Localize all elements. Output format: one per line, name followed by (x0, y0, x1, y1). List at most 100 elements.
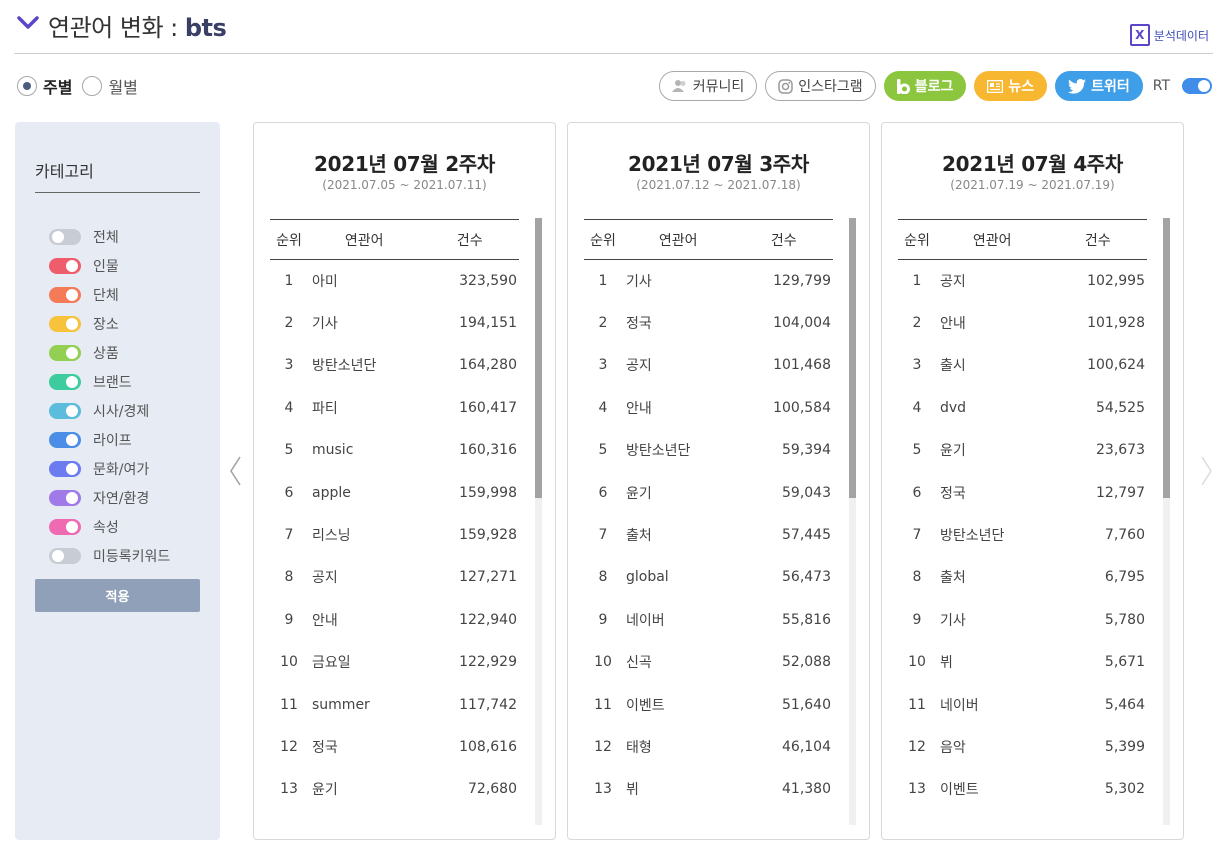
rt-toggle[interactable] (1182, 78, 1212, 94)
category-toggle[interactable] (49, 431, 81, 448)
scrollbar[interactable] (535, 218, 542, 825)
prev-arrow-icon[interactable] (228, 454, 242, 488)
keyword-cell[interactable]: 공지 (936, 260, 1048, 302)
table-row[interactable]: 13 윤기 72,680 (270, 768, 519, 810)
table-row[interactable]: 5 방탄소년단 59,394 (584, 429, 833, 471)
category-item[interactable]: 단체 (49, 280, 170, 309)
keyword-cell[interactable]: 네이버 (936, 683, 1048, 725)
table-row[interactable]: 13 뷔 41,380 (584, 768, 833, 810)
table-row[interactable]: 9 기사 5,780 (898, 599, 1147, 641)
keyword-cell[interactable]: 이벤트 (936, 768, 1048, 810)
keyword-cell[interactable]: 안내 (622, 387, 734, 429)
category-toggle[interactable] (49, 228, 81, 245)
category-item[interactable]: 문화/여가 (49, 454, 170, 483)
keyword-cell[interactable]: 기사 (936, 599, 1048, 641)
keyword-cell[interactable]: global (622, 556, 734, 598)
table-row[interactable]: 1 공지 102,995 (898, 260, 1147, 302)
category-toggle[interactable] (49, 315, 81, 332)
category-item[interactable]: 인물 (49, 251, 170, 280)
next-arrow-icon[interactable] (1200, 454, 1214, 488)
table-row[interactable]: 8 출처 6,795 (898, 556, 1147, 598)
table-row[interactable]: 3 방탄소년단 164,280 (270, 344, 519, 386)
table-row[interactable]: 8 global 56,473 (584, 556, 833, 598)
table-row[interactable]: 1 기사 129,799 (584, 260, 833, 302)
instagram-button[interactable]: 인스타그램 (765, 71, 876, 101)
table-row[interactable]: 12 태형 46,104 (584, 726, 833, 768)
category-toggle[interactable] (49, 547, 81, 564)
keyword-cell[interactable]: 공지 (622, 344, 734, 386)
category-item[interactable]: 라이프 (49, 425, 170, 454)
community-button[interactable]: 커뮤니티 (658, 71, 758, 101)
table-row[interactable]: 2 정국 104,004 (584, 302, 833, 344)
table-row[interactable]: 8 공지 127,271 (270, 556, 519, 598)
chevron-down-icon[interactable] (16, 14, 40, 32)
category-item[interactable]: 상품 (49, 338, 170, 367)
keyword-cell[interactable]: 정국 (308, 726, 420, 768)
table-row[interactable]: 5 윤기 23,673 (898, 429, 1147, 471)
keyword-cell[interactable]: 기사 (622, 260, 734, 302)
category-toggle[interactable] (49, 286, 81, 303)
keyword-cell[interactable]: 방탄소년단 (622, 429, 734, 471)
category-item[interactable]: 장소 (49, 309, 170, 338)
keyword-cell[interactable]: 리스닝 (308, 514, 420, 556)
news-button[interactable]: 뉴스 (974, 71, 1048, 101)
table-row[interactable]: 13 이벤트 5,302 (898, 768, 1147, 810)
keyword-cell[interactable]: music (308, 429, 420, 471)
blog-button[interactable]: 블로그 (883, 71, 967, 101)
keyword-cell[interactable]: summer (308, 683, 420, 725)
scrollbar-thumb[interactable] (849, 218, 856, 498)
category-toggle[interactable] (49, 402, 81, 419)
scrollbar-thumb[interactable] (535, 218, 542, 498)
keyword-cell[interactable]: 금요일 (308, 641, 420, 683)
table-row[interactable]: 7 출처 57,445 (584, 514, 833, 556)
category-toggle[interactable] (49, 344, 81, 361)
keyword-cell[interactable]: 뷔 (622, 768, 734, 810)
table-row[interactable]: 12 정국 108,616 (270, 726, 519, 768)
radio-weekly[interactable]: 주별 (17, 74, 72, 98)
category-toggle[interactable] (49, 257, 81, 274)
category-item[interactable]: 브랜드 (49, 367, 170, 396)
keyword-cell[interactable]: 파티 (308, 387, 420, 429)
keyword-cell[interactable]: 출처 (622, 514, 734, 556)
table-row[interactable]: 4 파티 160,417 (270, 387, 519, 429)
keyword-cell[interactable]: 출처 (936, 556, 1048, 598)
keyword-cell[interactable]: 태형 (622, 726, 734, 768)
keyword-cell[interactable]: 뷔 (936, 641, 1048, 683)
category-toggle[interactable] (49, 489, 81, 506)
keyword-cell[interactable]: 윤기 (622, 471, 734, 513)
table-row[interactable]: 7 리스닝 159,928 (270, 514, 519, 556)
table-row[interactable]: 12 음악 5,399 (898, 726, 1147, 768)
apply-button[interactable]: 적용 (35, 579, 200, 612)
table-row[interactable]: 10 금요일 122,929 (270, 641, 519, 683)
keyword-cell[interactable]: 안내 (936, 302, 1048, 344)
table-row[interactable]: 11 이벤트 51,640 (584, 683, 833, 725)
keyword-cell[interactable]: 윤기 (308, 768, 420, 810)
keyword-cell[interactable]: 출시 (936, 344, 1048, 386)
table-row[interactable]: 10 신곡 52,088 (584, 641, 833, 683)
keyword-cell[interactable]: 아미 (308, 260, 420, 302)
table-row[interactable]: 3 출시 100,624 (898, 344, 1147, 386)
keyword-cell[interactable]: 윤기 (936, 429, 1048, 471)
radio-monthly[interactable]: 월별 (82, 74, 138, 98)
keyword-cell[interactable]: 방탄소년단 (308, 344, 420, 386)
table-row[interactable]: 11 summer 117,742 (270, 683, 519, 725)
keyword-cell[interactable]: 신곡 (622, 641, 734, 683)
keyword-cell[interactable]: apple (308, 471, 420, 513)
keyword-cell[interactable]: 안내 (308, 599, 420, 641)
table-row[interactable]: 2 기사 194,151 (270, 302, 519, 344)
scrollbar-thumb[interactable] (1163, 218, 1170, 498)
keyword-cell[interactable]: dvd (936, 387, 1048, 429)
keyword-cell[interactable]: 정국 (622, 302, 734, 344)
keyword-cell[interactable]: 기사 (308, 302, 420, 344)
keyword-cell[interactable]: 방탄소년단 (936, 514, 1048, 556)
table-row[interactable]: 11 네이버 5,464 (898, 683, 1147, 725)
keyword-cell[interactable]: 공지 (308, 556, 420, 598)
table-row[interactable]: 2 안내 101,928 (898, 302, 1147, 344)
twitter-button[interactable]: 트위터 (1055, 71, 1143, 101)
table-row[interactable]: 4 안내 100,584 (584, 387, 833, 429)
table-row[interactable]: 9 안내 122,940 (270, 599, 519, 641)
category-item[interactable]: 자연/환경 (49, 483, 170, 512)
category-item[interactable]: 속성 (49, 512, 170, 541)
table-row[interactable]: 6 정국 12,797 (898, 471, 1147, 513)
keyword-cell[interactable]: 이벤트 (622, 683, 734, 725)
